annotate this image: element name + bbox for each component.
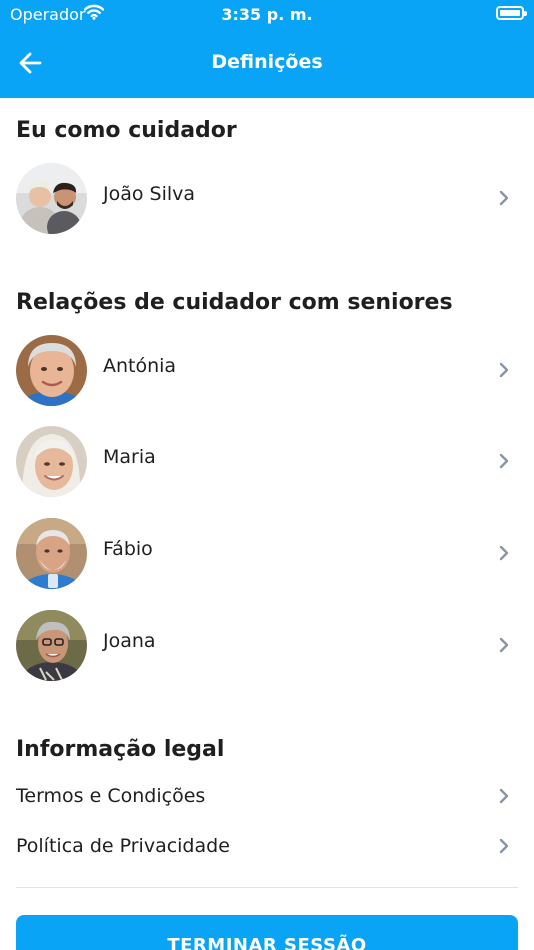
avatar (16, 426, 87, 497)
caregiver-section-title: Eu como cuidador (16, 118, 237, 143)
divider (16, 887, 518, 888)
chevron-right-icon (499, 453, 509, 469)
chevron-right-icon (499, 362, 509, 378)
chevron-right-icon (499, 838, 509, 854)
chevron-right-icon (499, 637, 509, 653)
status-bar: Operador 3:35 p. m. (0, 0, 534, 28)
senior-name: Joana (103, 630, 156, 652)
chevron-right-icon (499, 545, 509, 561)
privacy-link[interactable]: Política de Privacidade (0, 824, 534, 868)
status-time: 3:35 p. m. (221, 5, 313, 24)
relations-section-title: Relações de cuidador com seniores (16, 290, 453, 315)
senior-row[interactable]: Maria (0, 421, 534, 501)
logout-button[interactable]: TERMINAR SESSÃO (16, 915, 518, 950)
senior-name: Maria (103, 446, 156, 468)
battery-icon (496, 6, 527, 20)
caregiver-profile-row[interactable]: João Silva (0, 158, 534, 238)
chevron-right-icon (499, 190, 509, 206)
terms-label: Termos e Condições (16, 785, 206, 807)
privacy-label: Política de Privacidade (16, 835, 230, 857)
avatar (16, 610, 87, 681)
avatar (16, 335, 87, 406)
senior-row[interactable]: Antónia (0, 330, 534, 410)
senior-name: Antónia (103, 355, 177, 377)
avatar (16, 163, 87, 234)
avatar (16, 518, 87, 589)
senior-name: Fábio (103, 538, 153, 560)
terms-link[interactable]: Termos e Condições (0, 774, 534, 818)
caregiver-name: João Silva (103, 183, 196, 205)
page-title: Definições (211, 51, 323, 73)
legal-section-title: Informação legal (16, 737, 225, 762)
chevron-right-icon (499, 788, 509, 804)
senior-row[interactable]: Joana (0, 605, 534, 685)
app-header: Operador 3:35 p. m. Definições (0, 0, 534, 98)
senior-row[interactable]: Fábio (0, 513, 534, 593)
